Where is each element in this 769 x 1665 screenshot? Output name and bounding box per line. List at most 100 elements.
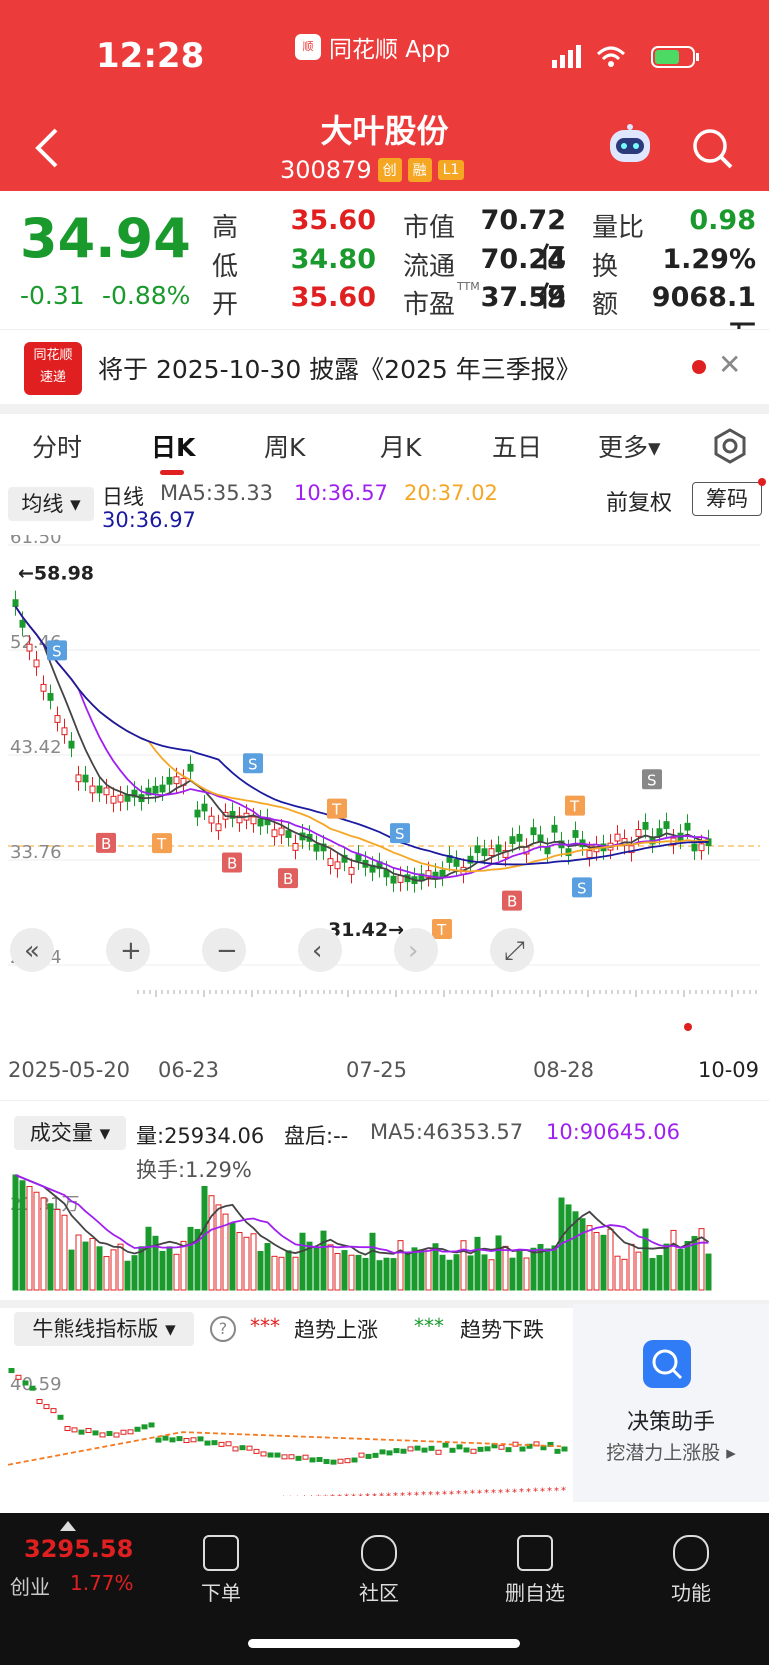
x-label-0828: 08-28 [533, 1058, 595, 1082]
low-value: 34.80 [290, 244, 376, 275]
assistant-icon [643, 1340, 691, 1388]
indicator-candle [337, 1458, 344, 1464]
index-value[interactable]: 3295.58 [24, 1535, 133, 1563]
volume-bar [523, 1257, 530, 1291]
indicator-up-star: * [393, 1491, 398, 1496]
close-icon[interactable]: ✕ [718, 348, 741, 381]
settings-icon[interactable] [710, 426, 750, 466]
tab-day-k[interactable]: 日K [151, 428, 195, 464]
volume-bar [110, 1249, 117, 1291]
indicator-up-star: * [400, 1491, 405, 1496]
search-icon[interactable] [690, 126, 736, 172]
candle-body [698, 843, 705, 852]
volume-bar [467, 1255, 474, 1291]
signal-badge-label: B [283, 870, 293, 888]
volume-bar [705, 1253, 712, 1291]
indicator-candle [29, 1385, 36, 1391]
indicator-up-star: * [295, 1494, 300, 1496]
y-axis-label: 43.42 [10, 737, 62, 758]
volume-bar [390, 1258, 397, 1291]
help-icon[interactable]: ? [210, 1316, 236, 1342]
indicator-candle [71, 1427, 78, 1433]
indicator-candle [57, 1414, 64, 1420]
robot-icon[interactable] [604, 122, 656, 168]
community-button[interactable]: 社区 [324, 1535, 434, 1606]
remove-watchlist-button[interactable]: 删自选 [480, 1535, 590, 1606]
indicator-candle [78, 1429, 85, 1435]
indicator-up-star: * [428, 1490, 433, 1496]
signal-badge-label: T [156, 835, 167, 853]
candle-body [481, 848, 488, 857]
indicator-up-star: * [274, 1495, 279, 1496]
volume-selector[interactable]: 成交量 ▾ [14, 1116, 126, 1150]
functions-button[interactable]: 功能 [636, 1535, 746, 1606]
indicator-up-star: * [519, 1487, 524, 1496]
tab-month-k[interactable]: 月K [380, 428, 421, 464]
volume-bar [243, 1236, 250, 1291]
volume-bar [271, 1255, 278, 1291]
volume-bar [404, 1252, 411, 1291]
vr-value: 0.98 [689, 205, 756, 236]
volume-bar [117, 1243, 124, 1291]
chips-button[interactable]: 筹码 [692, 482, 762, 516]
tab-fenshi[interactable]: 分时 [32, 428, 82, 464]
tab-more[interactable]: 更多▾ [598, 428, 661, 464]
indicator-candle [295, 1455, 302, 1461]
volume-bar [565, 1204, 572, 1291]
candle-body [684, 822, 691, 831]
candle-body [285, 830, 292, 838]
notice-bar[interactable]: 同花顺 速递 将于 2025-10-30 披露《2025 年三季报》 ✕ [0, 329, 769, 405]
volume-bar [166, 1246, 173, 1291]
home-indicator [248, 1639, 520, 1648]
kline-chart[interactable]: 61.5052.4643.4233.7624.44←58.9831.42→BSB… [8, 535, 760, 1055]
candle-body [117, 794, 124, 803]
high-marker: ←58.98 [18, 563, 94, 585]
expand-icon[interactable] [60, 1521, 76, 1531]
volume-bar [663, 1243, 670, 1291]
high-value: 35.60 [290, 205, 376, 236]
divider [0, 1100, 769, 1101]
assistant-title: 决策助手 [626, 1410, 715, 1435]
volume-bar [229, 1222, 236, 1291]
notice-badge-bottom: 速递 [39, 370, 66, 385]
indicator-candle [148, 1422, 155, 1428]
adjust-label[interactable]: 前复权 [606, 485, 672, 517]
volume-bar [614, 1255, 621, 1291]
volume-bar [411, 1247, 418, 1291]
candle-body [292, 843, 299, 851]
volume-chart[interactable]: 20.31万 [8, 1150, 760, 1295]
indicator-candle [554, 1448, 561, 1454]
indicator-up-star: * [386, 1491, 391, 1496]
volume-bar [215, 1204, 222, 1291]
indicator-up-star: * [288, 1495, 293, 1497]
indicator-up-star: * [442, 1490, 447, 1496]
ma-selector[interactable]: 均线 ▾ [8, 487, 94, 521]
ma10-legend: 10:36.57 [294, 481, 388, 505]
community-label: 社区 [359, 1581, 399, 1605]
tab-five-day[interactable]: 五日 [492, 428, 542, 464]
bottom-bar: 3295.58 创业 1.77% 下单 社区 删自选 功能 [0, 1513, 769, 1665]
indicator-up-star: * [309, 1494, 314, 1496]
candle-body [271, 829, 278, 838]
volume-bar [124, 1260, 131, 1291]
order-button[interactable]: 下单 [166, 1535, 276, 1606]
price-change-pct: -0.88% [102, 281, 191, 310]
candle-body [439, 869, 446, 878]
volume-bar [355, 1254, 362, 1291]
assistant-card[interactable]: 决策助手 挖潜力上涨股 ▸ [573, 1304, 769, 1502]
volume-bar [362, 1257, 369, 1291]
volume-bar [481, 1254, 488, 1291]
candle-body [334, 861, 341, 870]
indicator-selector[interactable]: 牛熊线指标版 ▾ [14, 1312, 194, 1346]
indicator-candle [113, 1432, 120, 1438]
indicator-chart[interactable]: 40.59***********************************… [8, 1346, 574, 1496]
volume-bar [19, 1180, 26, 1291]
order-label: 下单 [201, 1581, 241, 1605]
volume-bar [544, 1248, 551, 1291]
tab-week-k[interactable]: 周K [264, 428, 305, 464]
volume-bar [82, 1241, 89, 1291]
candle-body [33, 659, 40, 668]
signal-badge-label: B [507, 893, 517, 911]
candle-body [208, 815, 215, 824]
order-icon [203, 1535, 239, 1571]
